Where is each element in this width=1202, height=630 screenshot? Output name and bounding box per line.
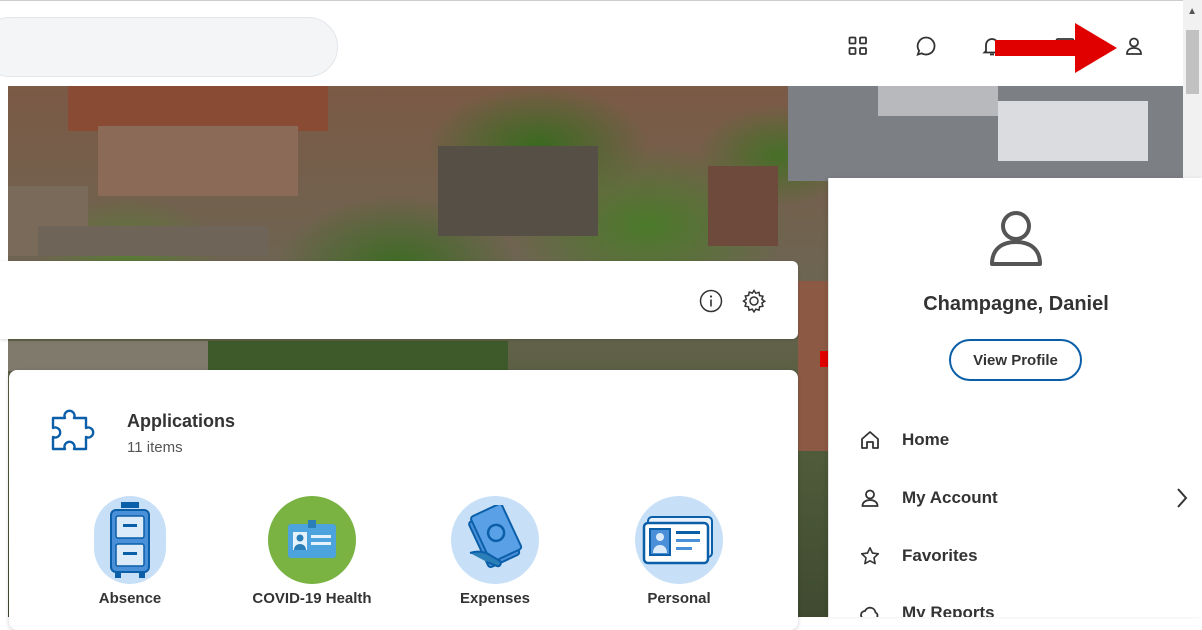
app-label: Personal Information	[647, 590, 711, 607]
hand-cash-icon	[451, 496, 539, 584]
applications-card: Applications 11 items Absence COVID-19 H…	[9, 370, 798, 630]
chevron-right-icon[interactable]	[1175, 486, 1189, 515]
menu-item-my-reports[interactable]: My Reports	[859, 598, 1189, 617]
chat-icon[interactable]	[914, 34, 938, 58]
id-card-icon	[635, 496, 723, 584]
menu-item-label: Home	[902, 430, 950, 449]
cabinet-icon	[94, 496, 166, 584]
menu-item-home[interactable]: Home	[859, 424, 1189, 456]
app-label: Expenses	[459, 590, 531, 607]
announcement-bar	[0, 261, 798, 339]
cloud-icon	[859, 602, 881, 617]
top-bar	[0, 0, 1183, 87]
menu-item-label: Favorites	[902, 546, 978, 565]
app-absence[interactable]: Absence	[60, 496, 200, 608]
annotation-arrow-profile	[995, 23, 1117, 73]
app-expenses[interactable]: Expenses	[425, 496, 565, 608]
gear-icon[interactable]	[741, 288, 767, 319]
puzzle-icon	[47, 404, 101, 463]
scroll-thumb[interactable]	[1186, 30, 1199, 94]
info-icon[interactable]	[699, 289, 723, 318]
badge-icon	[268, 496, 356, 584]
app-personal-information[interactable]: Personal Information	[609, 496, 749, 607]
app-covid-health-safety[interactable]: COVID-19 Health and Safety	[242, 496, 382, 607]
applications-count: 11 items	[127, 439, 183, 456]
view-profile-button[interactable]: View Profile	[949, 339, 1082, 381]
apps-grid-icon[interactable]	[846, 34, 870, 58]
search-input[interactable]	[0, 17, 338, 77]
menu-item-favorites[interactable]: Favorites	[859, 540, 1189, 572]
profile-icon[interactable]	[1122, 34, 1146, 58]
scroll-up-icon[interactable]: ▲	[1187, 6, 1197, 17]
app-label: COVID-19 Health and Safety	[252, 590, 372, 607]
applications-title: Applications	[127, 411, 236, 431]
profile-name: Champagne, Daniel	[923, 293, 1109, 315]
menu-item-my-account[interactable]: My Account	[859, 482, 1189, 514]
app-label: Absence	[98, 590, 162, 607]
menu-item-label: My Reports	[902, 603, 995, 617]
star-icon	[859, 545, 881, 567]
menu-item-label: My Account	[902, 488, 998, 507]
profile-side-panel: Champagne, Daniel View Profile Home My A…	[828, 178, 1202, 617]
user-icon	[859, 487, 881, 509]
avatar	[986, 208, 1046, 273]
home-icon	[859, 429, 881, 451]
